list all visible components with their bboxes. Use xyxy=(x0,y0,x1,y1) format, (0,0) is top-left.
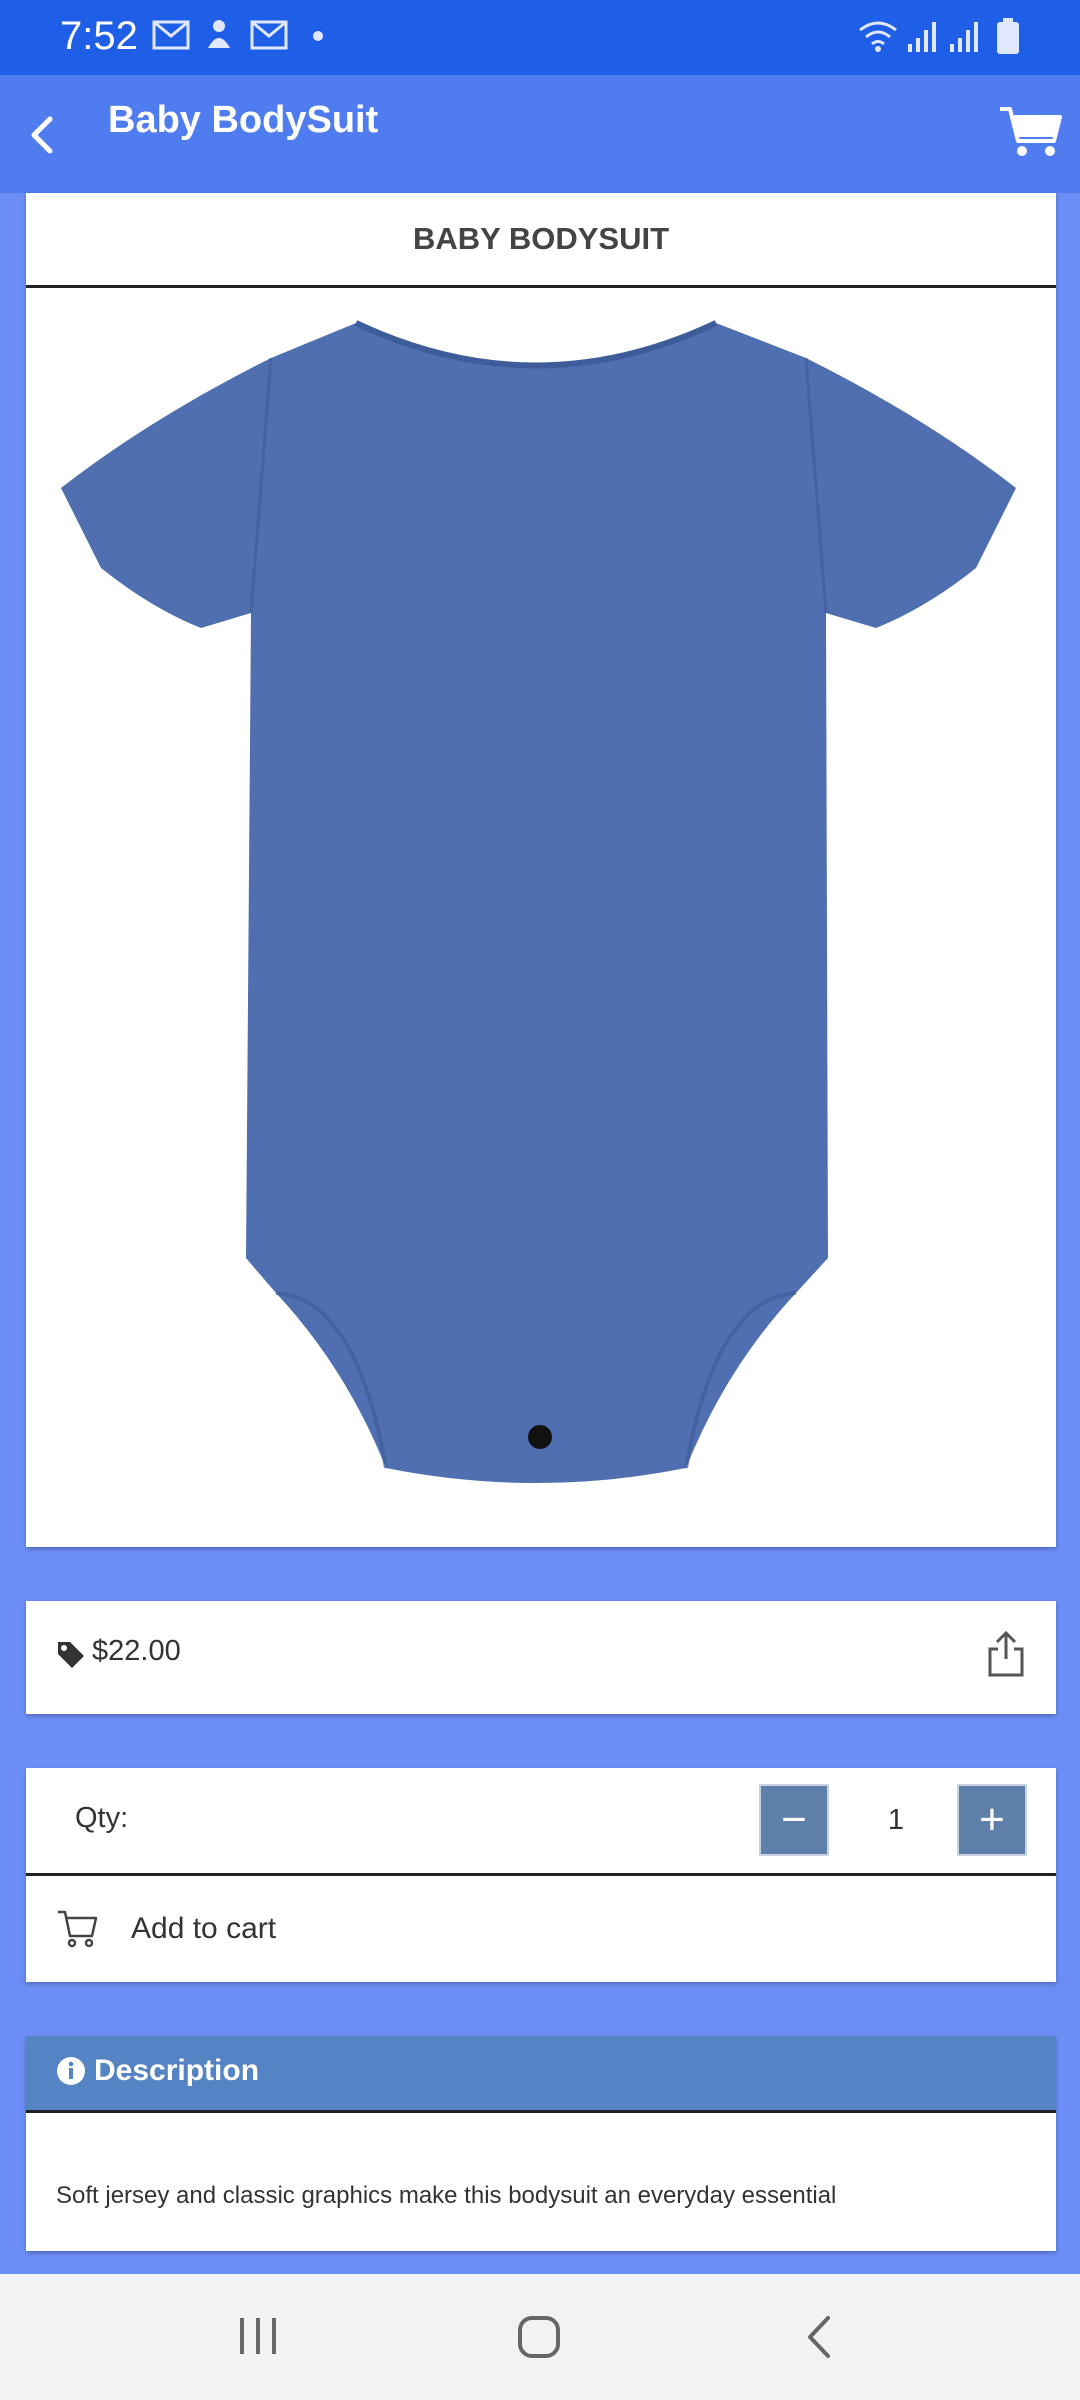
status-bar: 7:52 xyxy=(0,0,1080,75)
page-title: Baby BodySuit xyxy=(108,99,379,141)
wifi-icon xyxy=(859,21,897,52)
signal-icon xyxy=(908,22,936,52)
cart-outline-icon xyxy=(58,1910,98,1948)
dot-icon xyxy=(313,31,323,41)
purchase-card: Qty: − 1 + Add to cart xyxy=(26,1768,1056,1982)
chevron-left-icon[interactable] xyxy=(14,105,74,165)
add-to-cart-button[interactable]: Add to cart xyxy=(26,1876,1056,1982)
cart-icon[interactable] xyxy=(996,97,1066,167)
info-icon xyxy=(57,2057,85,2085)
quantity-value: 1 xyxy=(887,1804,905,1836)
battery-icon xyxy=(997,18,1019,54)
signal-icon xyxy=(950,22,978,52)
recent-apps-icon[interactable] xyxy=(236,2314,280,2358)
product-card: BABY BODYSUIT xyxy=(26,193,1056,1547)
description-text: Soft jersey and classic graphics make th… xyxy=(56,2182,837,2209)
description-heading: Description xyxy=(94,2054,260,2087)
product-title: BABY BODYSUIT xyxy=(26,193,1056,288)
back-icon[interactable] xyxy=(800,2314,840,2360)
notification-icon xyxy=(208,20,230,48)
product-price: $22.00 xyxy=(92,1635,181,1667)
price-tag-icon xyxy=(58,1642,84,1668)
description-card: Description Soft jersey and classic grap… xyxy=(26,2036,1056,2251)
system-nav-bar xyxy=(0,2274,1080,2400)
quantity-row: Qty: − 1 + xyxy=(26,1768,1056,1876)
status-time: 7:52 xyxy=(60,14,138,58)
share-icon[interactable] xyxy=(986,1629,1026,1679)
gmail-icon xyxy=(152,20,190,50)
home-icon[interactable] xyxy=(516,2314,562,2360)
description-header[interactable]: Description xyxy=(26,2036,1056,2113)
product-image[interactable] xyxy=(26,288,1056,1547)
quantity-decrease-button[interactable]: − xyxy=(759,1784,829,1856)
add-to-cart-label: Add to cart xyxy=(131,1912,277,1945)
carousel-indicator-dot xyxy=(528,1425,552,1449)
price-card: $22.00 xyxy=(26,1601,1056,1714)
app-bar: Baby BodySuit xyxy=(0,75,1080,193)
quantity-label: Qty: xyxy=(75,1802,129,1834)
quantity-increase-button[interactable]: + xyxy=(957,1784,1027,1856)
gmail-icon xyxy=(250,20,288,50)
